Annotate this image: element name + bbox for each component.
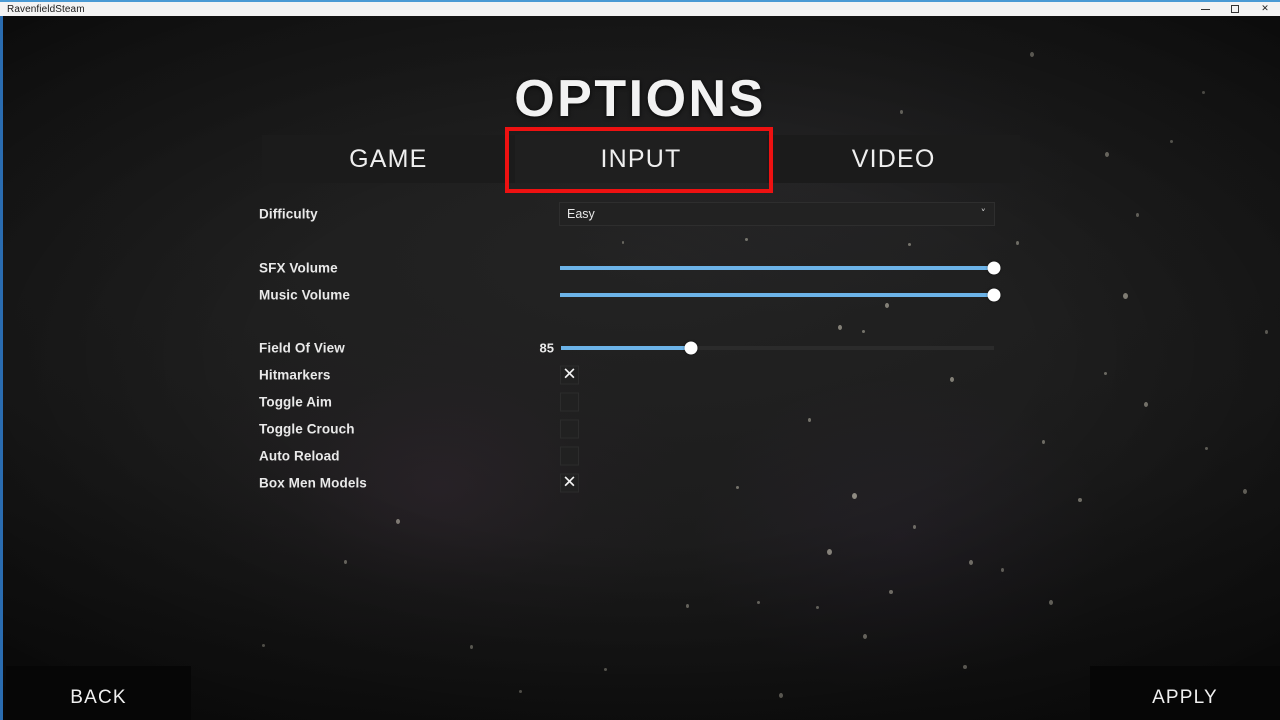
field-of-view-fill: [561, 345, 691, 350]
difficulty-dropdown[interactable]: Easy ˅: [559, 201, 995, 226]
box-men-models-checkbox[interactable]: ✕: [560, 473, 579, 492]
spacer-after-volumes: [0, 308, 1280, 334]
apply-button[interactable]: APPLY: [1090, 666, 1280, 720]
dust-particle: [519, 690, 522, 693]
dust-particle: [757, 601, 760, 604]
field-of-view-slider[interactable]: [561, 341, 994, 355]
dust-particle: [816, 606, 819, 609]
field-of-view-handle[interactable]: [684, 341, 698, 354]
dust-particle: [344, 560, 347, 564]
dust-particle: [604, 668, 607, 671]
sfx-volume-slider[interactable]: [560, 261, 1001, 275]
dust-particle: [1170, 140, 1173, 143]
dust-particle: [1030, 52, 1034, 57]
setting-row-field-of-view: Field Of View 85: [0, 334, 1280, 361]
dust-particle: [396, 519, 400, 524]
dust-particle: [686, 604, 689, 608]
field-of-view-label: Field Of View: [259, 340, 345, 355]
sfx-volume-fill: [560, 265, 994, 270]
setting-row-sfx-volume: SFX Volume: [0, 254, 1280, 281]
hitmarkers-label: Hitmarkers: [259, 367, 331, 382]
sfx-volume-label: SFX Volume: [259, 260, 338, 275]
toggle-crouch-label: Toggle Crouch: [259, 421, 355, 436]
dust-particle: [262, 644, 265, 647]
setting-row-hitmarkers: Hitmarkers ✕: [0, 361, 1280, 388]
setting-row-difficulty: Difficulty Easy ˅: [0, 200, 1280, 227]
music-volume-handle[interactable]: [987, 288, 1001, 301]
dust-particle: [827, 549, 832, 555]
toggle-aim-label: Toggle Aim: [259, 394, 332, 409]
difficulty-value: Easy: [567, 206, 595, 221]
dust-particle: [889, 590, 893, 594]
back-button[interactable]: BACK: [6, 666, 191, 720]
check-x-icon: ✕: [562, 472, 577, 492]
setting-row-box-men-models: Box Men Models ✕: [0, 469, 1280, 496]
toggle-aim-checkbox[interactable]: ✕: [560, 392, 579, 411]
spacer-after-difficulty: [0, 227, 1280, 254]
close-icon: ✕: [1261, 3, 1269, 14]
maximize-button[interactable]: [1220, 2, 1250, 16]
check-x-icon: ✕: [562, 364, 577, 384]
difficulty-label: Difficulty: [259, 206, 318, 221]
dust-particle: [1049, 600, 1053, 605]
dust-particle: [963, 665, 967, 669]
page-title: OPTIONS: [514, 70, 766, 128]
dust-particle: [969, 560, 973, 565]
window-title: RavenfieldSteam: [7, 3, 85, 15]
dust-particle: [470, 645, 473, 649]
window-titlebar: RavenfieldSteam ✕: [0, 0, 1280, 16]
music-volume-label: Music Volume: [259, 287, 350, 302]
close-button[interactable]: ✕: [1250, 2, 1280, 16]
box-men-models-label: Box Men Models: [259, 475, 367, 490]
field-of-view-value: 85: [539, 340, 554, 355]
auto-reload-checkbox[interactable]: ✕: [560, 446, 579, 465]
setting-row-auto-reload: Auto Reload ✕: [0, 442, 1280, 469]
options-tabbar: GAME INPUT VIDEO: [262, 135, 1020, 183]
chevron-down-icon: ˅: [980, 207, 987, 220]
app-window: RavenfieldSteam ✕ OPTIONS GAME INPUT VID…: [0, 0, 1280, 720]
dust-particle: [863, 634, 867, 639]
hitmarkers-checkbox[interactable]: ✕: [560, 365, 579, 384]
setting-row-music-volume: Music Volume: [0, 281, 1280, 308]
dust-particle: [1001, 568, 1004, 572]
tab-video[interactable]: VIDEO: [767, 135, 1020, 183]
sfx-volume-handle[interactable]: [987, 261, 1001, 274]
toggle-crouch-checkbox[interactable]: ✕: [560, 419, 579, 438]
music-volume-slider[interactable]: [560, 288, 1001, 302]
minimize-icon: [1200, 8, 1210, 10]
dust-particle: [913, 525, 916, 529]
maximize-icon: [1231, 5, 1239, 13]
setting-row-toggle-aim: Toggle Aim ✕: [0, 388, 1280, 415]
dust-particle: [779, 693, 783, 698]
left-accent-border: [0, 16, 3, 720]
auto-reload-label: Auto Reload: [259, 448, 340, 463]
minimize-button[interactable]: [1190, 2, 1220, 16]
music-volume-fill: [560, 292, 994, 297]
tab-game[interactable]: GAME: [262, 135, 515, 183]
dust-particle: [1105, 152, 1109, 157]
dust-particle: [1078, 498, 1082, 502]
tab-input[interactable]: INPUT: [514, 135, 768, 183]
settings-list: Difficulty Easy ˅ SFX Volume Music Volum…: [0, 200, 1280, 496]
setting-row-toggle-crouch: Toggle Crouch ✕: [0, 415, 1280, 442]
